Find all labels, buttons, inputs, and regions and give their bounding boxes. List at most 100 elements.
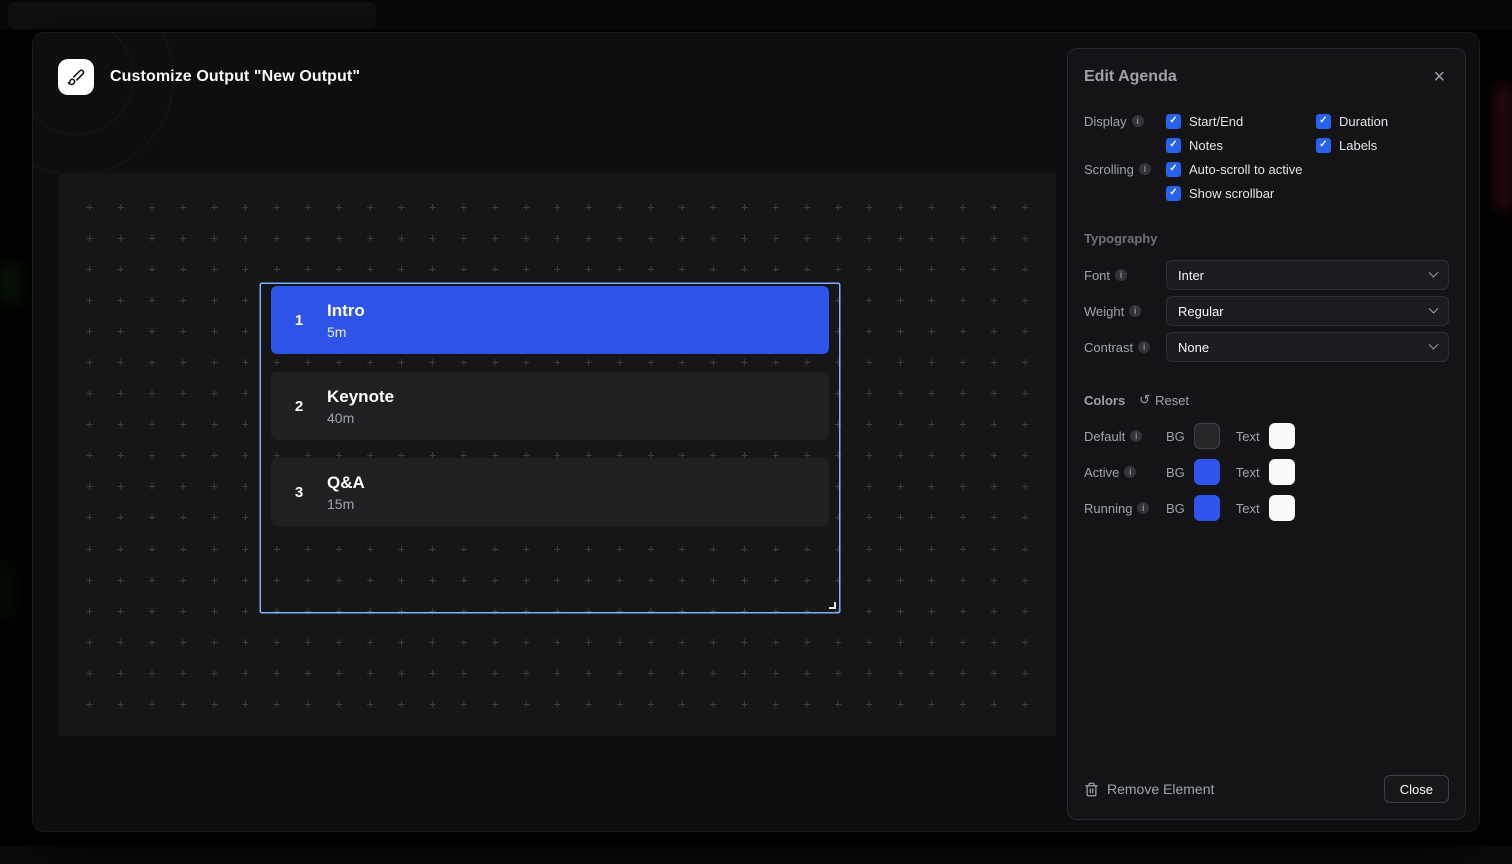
weight-select[interactable]: Regular (1166, 296, 1449, 326)
font-row: Font i Inter (1084, 260, 1449, 290)
checkbox-start-end[interactable]: ✓ Start/End (1166, 109, 1316, 133)
agenda-item[interactable]: 2 Keynote 40m (271, 372, 829, 440)
active-color-row: Active i BG Text (1084, 458, 1449, 486)
info-icon: i (1124, 466, 1136, 478)
checkbox-label: Start/End (1189, 114, 1243, 129)
info-icon: i (1132, 115, 1144, 127)
reset-label: Reset (1155, 393, 1189, 408)
text-label: Text (1236, 465, 1260, 480)
active-text-swatch[interactable] (1269, 459, 1295, 485)
item-duration: 40m (327, 410, 394, 426)
checkbox-checked-icon: ✓ (1166, 186, 1181, 201)
default-label: Default (1084, 429, 1125, 444)
active-bg-swatch[interactable] (1194, 459, 1220, 485)
running-bg-swatch[interactable] (1194, 495, 1220, 521)
agenda-items: 1 Intro 5m 2 Keynote 40m 3 Q& (261, 284, 839, 526)
checkbox-label: Show scrollbar (1189, 186, 1274, 201)
reset-icon: ↺ (1139, 392, 1150, 408)
bg-label: BG (1166, 501, 1185, 516)
scrolling-label: Scrolling (1084, 162, 1134, 177)
modal-title: Customize Output "New Output" (110, 68, 360, 86)
running-text-swatch[interactable] (1269, 495, 1295, 521)
panel-title: Edit Agenda (1084, 68, 1177, 86)
agenda-item-active[interactable]: 1 Intro 5m (271, 286, 829, 354)
default-color-row: Default i BG Text (1084, 422, 1449, 450)
default-bg-swatch[interactable] (1194, 423, 1220, 449)
checkbox-checked-icon: ✓ (1316, 114, 1331, 129)
item-duration: 5m (327, 324, 365, 340)
text-label: Text (1236, 501, 1260, 516)
checkbox-notes[interactable]: ✓ Notes (1166, 133, 1316, 157)
running-label: Running (1084, 501, 1132, 516)
display-label: Display (1084, 114, 1127, 129)
font-label: Font (1084, 268, 1110, 283)
background-bottombar (0, 846, 1512, 864)
resize-handle[interactable] (829, 602, 836, 609)
item-number: 3 (271, 484, 327, 501)
chevron-down-icon (1429, 339, 1439, 349)
checkbox-label: Duration (1339, 114, 1388, 129)
running-color-row: Running i BG Text (1084, 494, 1449, 522)
agenda-element[interactable]: 1 Intro 5m 2 Keynote 40m 3 Q& (261, 284, 839, 612)
background-tab (8, 2, 376, 29)
bg-label: BG (1166, 429, 1185, 444)
checkbox-labels[interactable]: ✓ Labels (1316, 133, 1388, 157)
chevron-down-icon (1429, 303, 1439, 313)
checkbox-label: Auto-scroll to active (1189, 162, 1302, 177)
info-icon: i (1115, 269, 1127, 281)
remove-element-button[interactable]: Remove Element (1084, 781, 1214, 797)
edit-agenda-panel: Edit Agenda × Display i ✓ Start/End ✓ Du… (1067, 48, 1466, 820)
checkbox-checked-icon: ✓ (1166, 138, 1181, 153)
checkbox-checked-icon: ✓ (1166, 114, 1181, 129)
panel-footer: Remove Element Close (1084, 775, 1449, 803)
info-icon: i (1138, 341, 1150, 353)
item-number: 1 (271, 312, 327, 329)
contrast-row: Contrast i None (1084, 332, 1449, 362)
output-canvas[interactable]: ++++++++++++++++++++++++++++++++++++++++… (58, 173, 1056, 736)
font-select[interactable]: Inter (1166, 260, 1449, 290)
info-icon: i (1129, 305, 1141, 317)
reset-colors-button[interactable]: ↺ Reset (1139, 392, 1189, 408)
item-title: Keynote (327, 387, 394, 407)
typography-header: Typography (1084, 231, 1449, 246)
decor-ring (32, 32, 174, 175)
weight-label: Weight (1084, 304, 1124, 319)
checkbox-checked-icon: ✓ (1166, 162, 1181, 177)
info-icon: i (1137, 502, 1149, 514)
item-title: Intro (327, 301, 365, 321)
customize-output-modal: Customize Output "New Output" ++++++++++… (32, 32, 1480, 832)
chevron-down-icon (1429, 267, 1439, 277)
checkbox-label: Labels (1339, 138, 1377, 153)
default-text-swatch[interactable] (1269, 423, 1295, 449)
background-green-glow-2 (0, 560, 14, 620)
checkbox-auto-scroll[interactable]: ✓ Auto-scroll to active (1166, 157, 1302, 181)
active-label: Active (1084, 465, 1119, 480)
brush-icon (58, 59, 94, 95)
display-row: Display i ✓ Start/End ✓ Duration ✓ Notes… (1084, 109, 1449, 157)
font-value: Inter (1178, 268, 1204, 283)
contrast-select[interactable]: None (1166, 332, 1449, 362)
contrast-value: None (1178, 340, 1209, 355)
close-button[interactable]: Close (1384, 775, 1449, 803)
scrolling-row: Scrolling i ✓ Auto-scroll to active ✓ Sh… (1084, 157, 1449, 205)
item-number: 2 (271, 398, 327, 415)
checkbox-checked-icon: ✓ (1316, 138, 1331, 153)
checkbox-duration[interactable]: ✓ Duration (1316, 109, 1388, 133)
weight-row: Weight i Regular (1084, 296, 1449, 326)
background-green-glow (0, 262, 22, 304)
checkbox-label: Notes (1189, 138, 1223, 153)
colors-header-row: Colors ↺ Reset (1084, 392, 1449, 408)
contrast-label: Contrast (1084, 340, 1133, 355)
item-title: Q&A (327, 473, 365, 493)
modal-header: Customize Output "New Output" (58, 59, 360, 95)
colors-header: Colors (1084, 393, 1125, 408)
item-duration: 15m (327, 496, 365, 512)
text-label: Text (1236, 429, 1260, 444)
trash-icon (1084, 782, 1099, 797)
agenda-item[interactable]: 3 Q&A 15m (271, 458, 829, 526)
info-icon: i (1139, 163, 1151, 175)
close-icon[interactable]: × (1429, 65, 1449, 89)
remove-element-label: Remove Element (1107, 781, 1214, 797)
checkbox-show-scrollbar[interactable]: ✓ Show scrollbar (1166, 181, 1302, 205)
weight-value: Regular (1178, 304, 1224, 319)
